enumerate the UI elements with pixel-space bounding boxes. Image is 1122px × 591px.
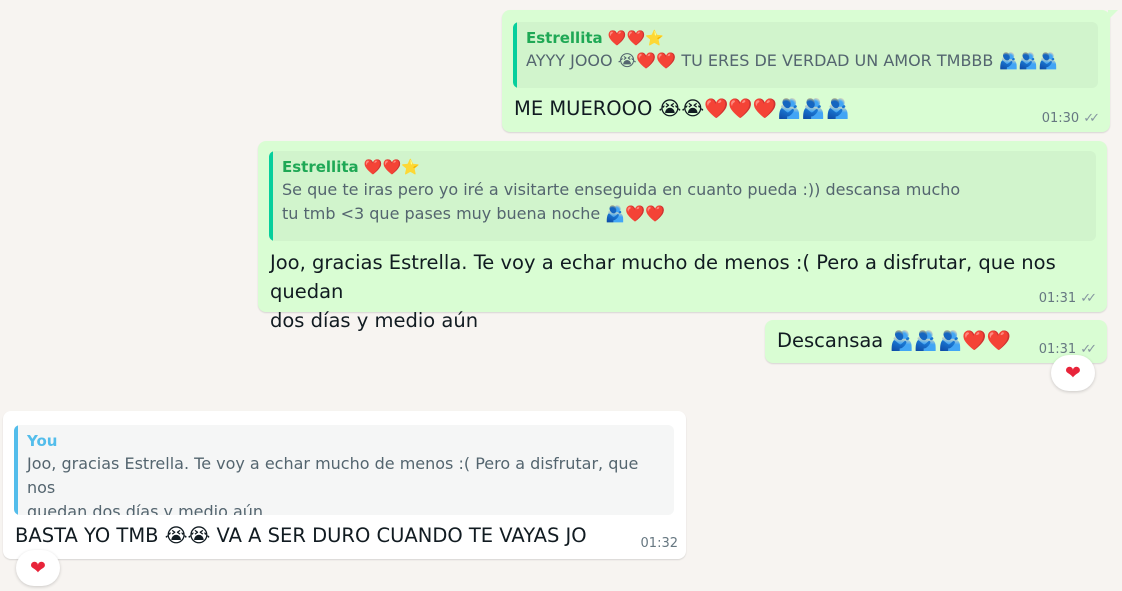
quoted-author: Estrellita ❤️❤️⭐ <box>526 29 664 47</box>
message-bubble-outgoing[interactable]: Estrellita ❤️❤️⭐ AYYY JOOO 😭❤️❤️ TU ERES… <box>502 10 1110 132</box>
heart-icon: ❤ <box>30 557 46 579</box>
double-check-icon: ✓✓ <box>1080 342 1097 357</box>
message-meta: 01:32 <box>641 536 678 551</box>
quoted-text: Joo, gracias Estrella. Te voy a echar mu… <box>27 454 639 515</box>
quoted-message[interactable]: Estrellita ❤️❤️⭐ AYYY JOOO 😭❤️❤️ TU ERES… <box>513 22 1098 88</box>
bubble-tail <box>1108 10 1118 20</box>
quoted-text: AYYY JOOO 😭❤️❤️ TU ERES DE VERDAD UN AMO… <box>526 51 1059 70</box>
quoted-text: Se que te iras pero yo iré a visitarte e… <box>282 180 961 223</box>
quoted-author: Estrellita ❤️❤️⭐ <box>282 158 420 176</box>
message-time: 01:32 <box>640 536 678 551</box>
quoted-message[interactable]: You Joo, gracias Estrella. Te voy a echa… <box>14 425 674 515</box>
message-meta: 01:30 ✓✓ <box>1042 111 1100 126</box>
heart-icon: ❤ <box>1065 362 1081 384</box>
message-bubble-incoming[interactable]: You Joo, gracias Estrella. Te voy a echa… <box>3 411 686 559</box>
message-time: 01:30 <box>1041 111 1080 126</box>
message-meta: 01:31 ✓✓ <box>1039 291 1097 306</box>
message-text: ME MUEROOO 😭😭❤️❤️❤️🫂🫂🫂 <box>514 97 850 120</box>
reaction-badge[interactable]: ❤ <box>16 550 60 586</box>
message-text: BASTA YO TMB 😭😭 VA A SER DURO CUANDO TE … <box>15 524 587 547</box>
double-check-icon: ✓✓ <box>1083 111 1100 126</box>
message-bubble-outgoing[interactable]: Descansaa 🫂🫂🫂❤️❤️ 01:31 ✓✓ <box>765 320 1107 363</box>
reaction-badge[interactable]: ❤ <box>1051 355 1095 391</box>
quoted-author: You <box>27 432 58 450</box>
quoted-message[interactable]: Estrellita ❤️❤️⭐ Se que te iras pero yo … <box>269 151 1096 241</box>
double-check-icon: ✓✓ <box>1080 291 1097 306</box>
message-bubble-outgoing[interactable]: Estrellita ❤️❤️⭐ Se que te iras pero yo … <box>258 141 1107 332</box>
message-text: Descansaa 🫂🫂🫂❤️❤️ <box>777 329 1011 352</box>
message-time: 01:31 <box>1038 291 1077 306</box>
